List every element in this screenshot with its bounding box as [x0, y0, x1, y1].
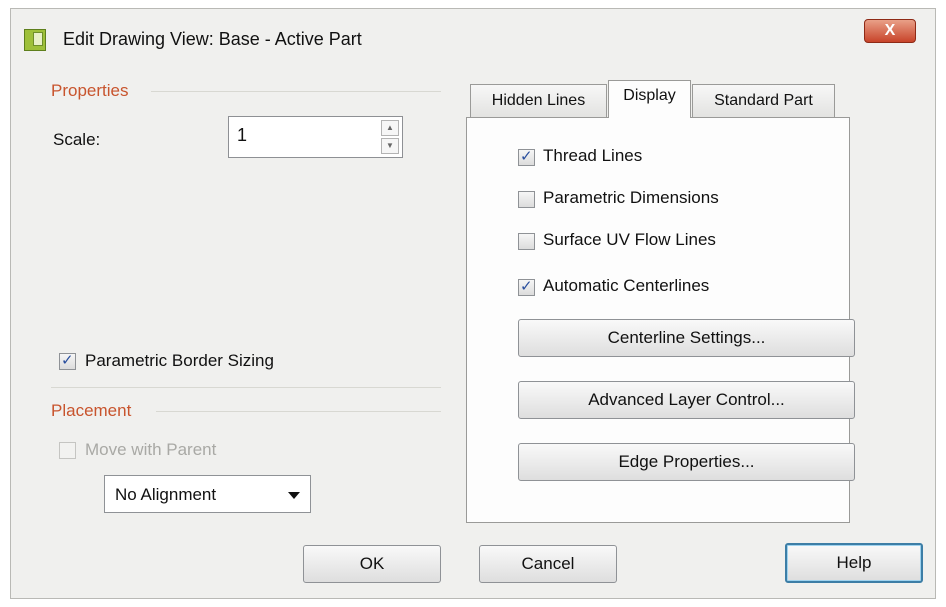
properties-bottom-separator	[51, 387, 441, 388]
title-bar: Edit Drawing View: Base - Active Part X	[11, 9, 935, 67]
window-title: Edit Drawing View: Base - Active Part	[63, 29, 362, 49]
parametric-dimensions-checkbox[interactable]	[518, 191, 535, 208]
spin-up-button[interactable]: ▲	[381, 120, 399, 136]
checkmark-icon: ✓	[520, 148, 533, 165]
tab-hidden-lines[interactable]: Hidden Lines	[470, 84, 607, 118]
chevron-down-icon	[288, 492, 300, 499]
properties-section-label: Properties	[51, 81, 129, 100]
alignment-dropdown[interactable]: No Alignment	[104, 475, 311, 513]
spinner-arrows-icon[interactable]: ▲ ▼	[381, 120, 399, 154]
drawing-view-icon	[24, 29, 46, 51]
close-icon: X	[884, 22, 896, 39]
edge-properties-button[interactable]: Edge Properties...	[518, 443, 855, 481]
scale-label: Scale:	[53, 130, 101, 149]
tab-standard-part[interactable]: Standard Part	[692, 84, 835, 118]
thread-lines-checkbox[interactable]: ✓	[518, 148, 535, 166]
scale-input[interactable]: 1 ▲ ▼	[228, 116, 403, 158]
move-with-parent-checkbox[interactable]	[59, 442, 76, 459]
checkmark-icon: ✓	[520, 278, 533, 295]
advanced-layer-control-button[interactable]: Advanced Layer Control...	[518, 381, 855, 419]
placement-separator	[156, 411, 441, 412]
parametric-border-sizing-checkbox[interactable]: ✓	[59, 352, 76, 370]
centerline-settings-button[interactable]: Centerline Settings...	[518, 319, 855, 357]
spin-down-button[interactable]: ▼	[381, 138, 399, 154]
parametric-border-sizing-label: Parametric Border Sizing	[85, 351, 274, 370]
ok-button[interactable]: OK	[303, 545, 441, 583]
automatic-centerlines-label: Automatic Centerlines	[543, 276, 710, 295]
scale-value: 1	[237, 125, 248, 145]
move-with-parent-label: Move with Parent	[85, 440, 217, 459]
placement-section-label: Placement	[51, 401, 132, 420]
parametric-dimensions-label: Parametric Dimensions	[543, 188, 719, 207]
alignment-selected-value: No Alignment	[115, 485, 217, 504]
surface-uv-flow-lines-label: Surface UV Flow Lines	[543, 230, 716, 249]
surface-uv-flow-lines-checkbox[interactable]	[518, 233, 535, 250]
cancel-button[interactable]: Cancel	[479, 545, 617, 583]
edit-drawing-view-dialog: Edit Drawing View: Base - Active Part X …	[10, 8, 936, 599]
close-button[interactable]: X	[864, 19, 916, 43]
properties-separator	[151, 91, 441, 92]
thread-lines-label: Thread Lines	[543, 146, 643, 165]
automatic-centerlines-checkbox[interactable]: ✓	[518, 278, 535, 296]
tab-display[interactable]: Display	[608, 80, 691, 118]
help-button[interactable]: Help	[785, 543, 923, 583]
checkmark-icon: ✓	[61, 352, 74, 369]
